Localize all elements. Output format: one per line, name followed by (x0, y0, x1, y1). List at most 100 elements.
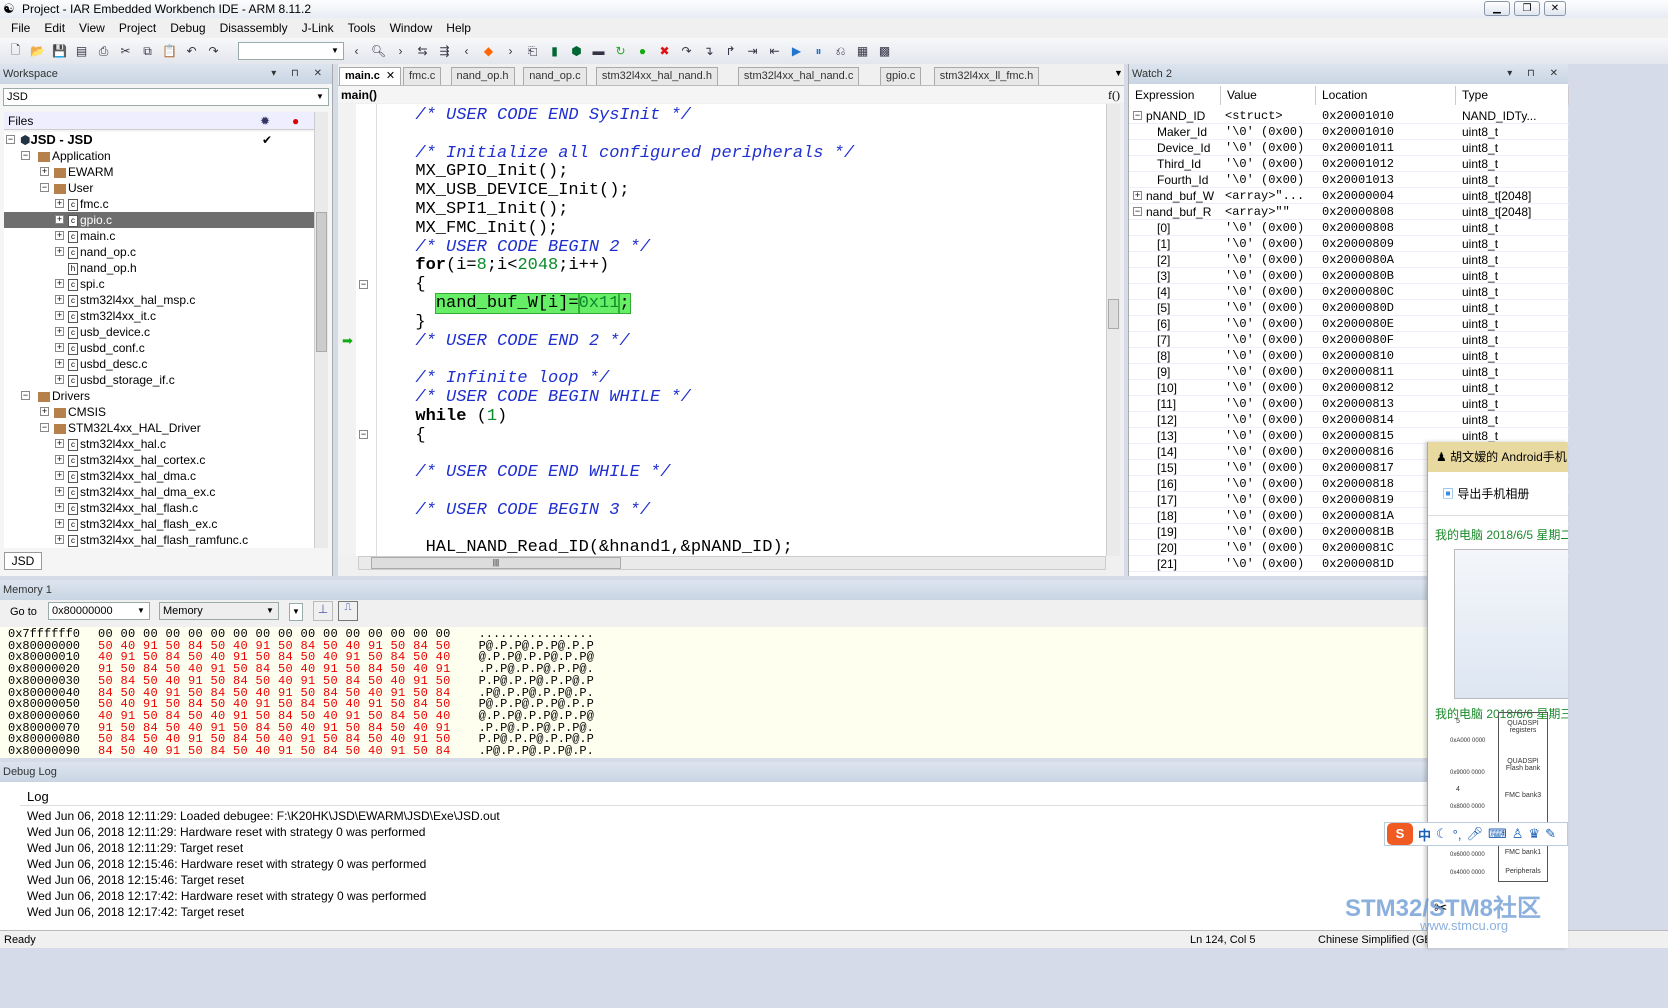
tree-item[interactable]: + EWARM (4, 164, 314, 180)
watch-row[interactable]: [3] '\0' (0x00) 0x2000080B uint8_t (1129, 268, 1569, 284)
configuration-select[interactable]: JSD ▼ (3, 88, 329, 106)
reset-icon[interactable]: ↻ (611, 42, 630, 61)
print-icon[interactable]: ⎙ (94, 42, 113, 61)
tree-item[interactable]: − User (4, 180, 314, 196)
watch-row[interactable]: − pNAND_ID <struct> 0x20001010 NAND_IDTy... (1129, 108, 1569, 124)
tree-item[interactable]: + c usbd_conf.c (4, 340, 314, 356)
memory-data[interactable]: 0x7ffffff0 00 00 00 00 00 00 00 00 00 00 … (0, 627, 1428, 758)
mic-icon[interactable]: 🎤︎ (1466, 826, 1483, 842)
tree-item[interactable]: + c usbd_storage_if.c (4, 372, 314, 388)
expand-toggle-icon[interactable]: + (55, 247, 64, 256)
watch-row[interactable]: [0] '\0' (0x00) 0x20000808 uint8_t (1129, 220, 1569, 236)
watch-row[interactable]: [8] '\0' (0x00) 0x20000810 uint8_t (1129, 348, 1569, 364)
memory-options-button[interactable]: ▼ (289, 603, 303, 621)
tree-item[interactable]: + c gpio.c (4, 212, 314, 228)
expand-toggle-icon[interactable]: + (55, 231, 64, 240)
tree-item[interactable]: − Application (4, 148, 314, 164)
expand-toggle-icon[interactable]: − (40, 423, 49, 432)
function-bar[interactable]: main() f() (338, 85, 1124, 103)
memory-zone-select[interactable]: Memory ▼ (159, 602, 279, 620)
punctuation-icon[interactable]: °, (1453, 827, 1462, 842)
tree-item[interactable]: + c usb_device.c (4, 324, 314, 340)
watch-row[interactable]: Device_Id '\0' (0x00) 0x20001011 uint8_t (1129, 140, 1569, 156)
watch-row[interactable]: [9] '\0' (0x00) 0x20000811 uint8_t (1129, 364, 1569, 380)
watch-row[interactable]: Maker_Id '\0' (0x00) 0x20001010 uint8_t (1129, 124, 1569, 140)
prev-icon[interactable]: ‹ (457, 42, 476, 61)
expand-toggle-icon[interactable]: + (55, 199, 64, 208)
watch-row[interactable]: [4] '\0' (0x00) 0x2000080C uint8_t (1129, 284, 1569, 300)
tree-item[interactable]: − STM32L4xx_HAL_Driver (4, 420, 314, 436)
watch-row[interactable]: [10] '\0' (0x00) 0x20000812 uint8_t (1129, 380, 1569, 396)
memory-marker-icon[interactable]: ⊥ (313, 601, 333, 621)
compile-icon[interactable]: ▮ (545, 42, 564, 61)
live-update-icon[interactable]: ⎍ (338, 601, 358, 621)
tree-item[interactable]: + c stm32l4xx_it.c (4, 308, 314, 324)
watch-column-expression[interactable]: Expression (1129, 86, 1221, 105)
editor-hscrollbar[interactable]: ||| (358, 556, 1106, 570)
menu-j-link[interactable]: J-Link (295, 21, 341, 35)
workspace-tab-jsd[interactable]: JSD (4, 552, 42, 570)
tree-item[interactable]: + c stm32l4xx_hal_flash.c (4, 500, 314, 516)
tab-stm32l4xx_hal_nand-c[interactable]: stm32l4xx_hal_nand.c (737, 67, 860, 85)
tree-item[interactable]: − Drivers (4, 388, 314, 404)
tree-item[interactable]: + c stm32l4xx_hal_flash_ex.c (4, 516, 314, 532)
log-column-header[interactable]: Log (20, 788, 1428, 806)
skin-icon[interactable]: ♛ (1528, 826, 1540, 842)
tree-item[interactable]: + c stm32l4xx_hal_dma_ex.c (4, 484, 314, 500)
tree-item[interactable]: h nand_op.h (4, 260, 314, 276)
panel-controls[interactable]: ▾ ⊓ ✕ (271, 64, 328, 84)
minimize-button[interactable]: ▁ (1484, 1, 1510, 16)
expand-toggle-icon[interactable]: + (55, 487, 64, 496)
panel-controls[interactable]: ▾ ⊓ ✕ (1507, 64, 1564, 84)
ime-mode[interactable]: 中 (1418, 825, 1431, 844)
watch-row[interactable]: [11] '\0' (0x00) 0x20000813 uint8_t (1129, 396, 1569, 412)
stop-red-icon[interactable]: ✖ (655, 42, 674, 61)
watch-column-value[interactable]: Value (1221, 86, 1316, 105)
fold-icon[interactable]: − (359, 430, 368, 439)
tab-gpio-c[interactable]: gpio.c (879, 67, 922, 85)
expand-toggle-icon[interactable]: + (55, 295, 64, 304)
tree-item[interactable]: + c stm32l4xx_hal_flash_ramfunc.c (4, 532, 314, 548)
sogou-logo-icon[interactable]: S (1387, 823, 1413, 845)
wrench-icon[interactable]: ✎ (1545, 826, 1556, 842)
expand-toggle-icon[interactable]: − (6, 135, 15, 144)
screenshot-thumbnail[interactable] (1454, 549, 1568, 699)
menu-tools[interactable]: Tools (341, 21, 383, 35)
expand-toggle-icon[interactable]: − (1133, 207, 1142, 216)
expand-toggle-icon[interactable]: + (55, 455, 64, 464)
tab-stm32l4xx_ll_fmc-h[interactable]: stm32l4xx_ll_fmc.h (933, 67, 1040, 85)
code-area[interactable]: ➡ − − /* USER CODE END SysInit */ /* Ini… (338, 104, 1106, 556)
close-button[interactable]: ✕ (1544, 1, 1566, 16)
restore-button[interactable]: ❐ (1514, 1, 1540, 16)
make-icon[interactable]: ⬢ (567, 42, 586, 61)
expand-toggle-icon[interactable]: + (55, 343, 64, 352)
expand-toggle-icon[interactable]: − (21, 391, 30, 400)
save-icon[interactable]: 💾 (50, 42, 69, 61)
function-list-icon[interactable]: f() (1108, 86, 1120, 104)
watch-row[interactable]: − nand_buf_R <array>"" 0x20000808 uint8_t[20… (1129, 204, 1569, 220)
editor-vscrollbar[interactable] (1106, 104, 1120, 556)
watch-row[interactable]: Third_Id '\0' (0x00) 0x20001012 uint8_t (1129, 156, 1569, 172)
menu-help[interactable]: Help (439, 21, 478, 35)
tab-list-icon[interactable]: ▼ (1114, 68, 1123, 78)
expand-toggle-icon[interactable]: − (21, 151, 30, 160)
tree-item[interactable]: − ⬢JSD - JSD ✔ (4, 132, 314, 148)
search-combo[interactable]: ▼ (238, 42, 344, 60)
expand-toggle-icon[interactable]: + (55, 279, 64, 288)
expand-toggle-icon[interactable]: + (55, 439, 64, 448)
expand-toggle-icon[interactable]: + (55, 535, 64, 544)
gear-icon[interactable]: ✹ (260, 112, 270, 130)
watch-row[interactable]: [2] '\0' (0x00) 0x2000080A uint8_t (1129, 252, 1569, 268)
watch-row[interactable]: [6] '\0' (0x00) 0x2000080E uint8_t (1129, 316, 1569, 332)
watch-column-type[interactable]: Type (1456, 86, 1569, 105)
menu-project[interactable]: Project (112, 21, 163, 35)
tree-item[interactable]: + c stm32l4xx_hal.c (4, 436, 314, 452)
paste-icon[interactable]: 📋 (160, 42, 179, 61)
new-file-icon[interactable]: 🗋 (6, 42, 25, 61)
expand-toggle-icon[interactable]: + (55, 375, 64, 384)
user-icon[interactable]: ♙ (1512, 826, 1524, 842)
layout1-icon[interactable]: ▦ (853, 42, 872, 61)
tree-item[interactable]: + c stm32l4xx_hal_msp.c (4, 292, 314, 308)
expand-toggle-icon[interactable]: + (40, 407, 49, 416)
tree-item[interactable]: + c nand_op.c (4, 244, 314, 260)
